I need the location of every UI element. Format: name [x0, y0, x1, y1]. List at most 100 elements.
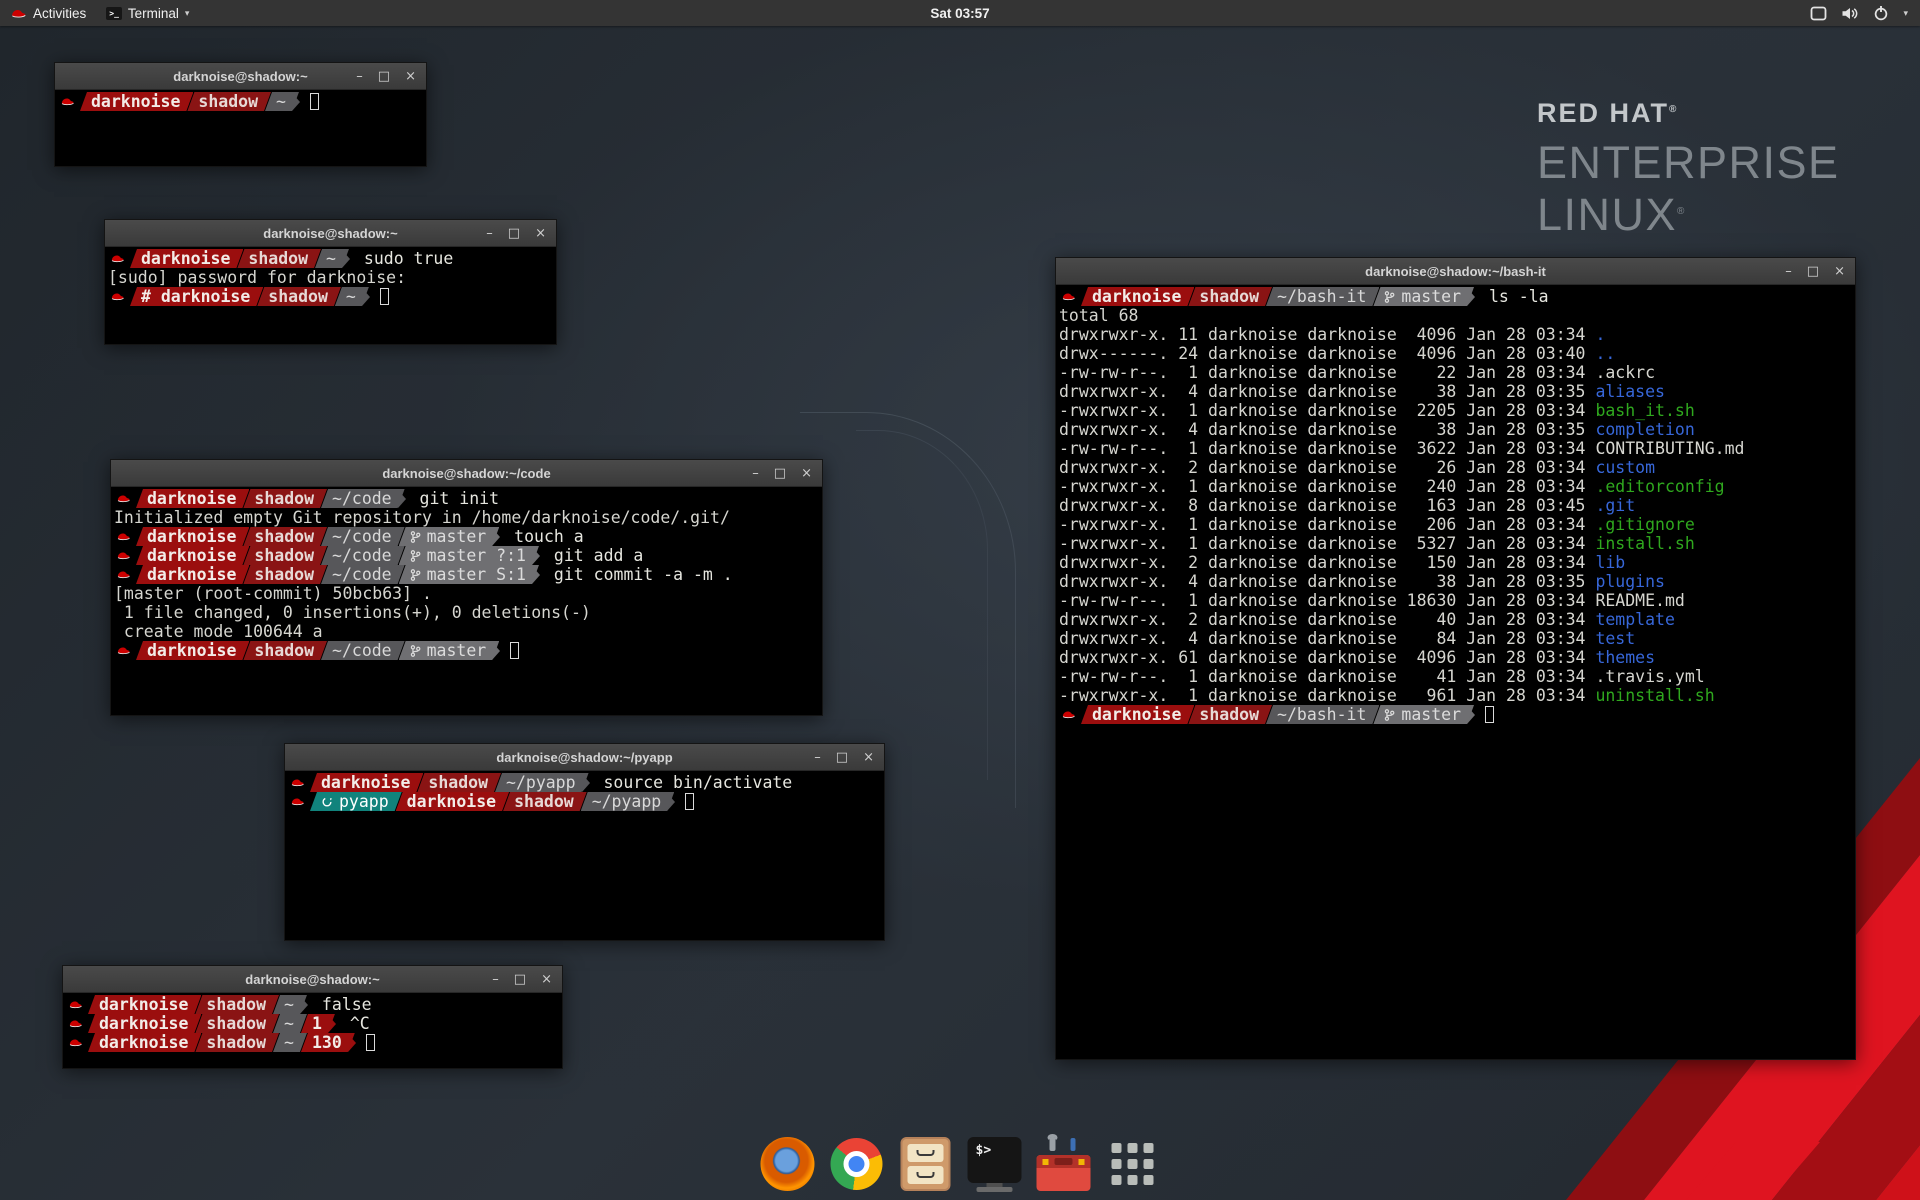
close-button[interactable]: × — [535, 227, 546, 240]
close-button[interactable]: × — [541, 973, 552, 986]
terminal-content[interactable]: darknoiseshadow~ — [55, 90, 426, 166]
terminal-output-line: -rwxrwxr-x. 1 darknoise darknoise 2205 J… — [1059, 401, 1852, 420]
maximize-button[interactable]: □ — [378, 70, 390, 83]
registered-mark: ® — [1677, 206, 1686, 217]
output-text: total 68 — [1059, 306, 1138, 325]
terminal-cursor — [685, 793, 694, 810]
terminal-content[interactable]: darknoiseshadow~/bash-itmaster ls -latot… — [1056, 285, 1855, 1059]
terminal-content[interactable]: darknoiseshadow~ falsedarknoiseshadow~1 … — [63, 993, 562, 1068]
minimize-button[interactable]: – — [486, 227, 493, 240]
file-name: bash_it.sh — [1595, 401, 1694, 420]
firefox-icon[interactable] — [760, 1136, 816, 1192]
window-title: darknoise@shadow:~ — [173, 69, 307, 84]
terminal-output-line: -rw-rw-r--. 1 darknoise darknoise 18630 … — [1059, 591, 1852, 610]
prompt-segment-path: ~/pyapp — [581, 792, 675, 811]
clock[interactable]: Sat 03:57 — [930, 6, 989, 21]
file-name: completion — [1595, 420, 1694, 439]
window-title: darknoise@shadow:~ — [245, 972, 379, 987]
power-icon[interactable] — [1873, 5, 1889, 21]
prompt-segment-host: shadow — [243, 489, 327, 508]
window-titlebar[interactable]: darknoise@shadow:~/code – □ × — [111, 460, 822, 487]
registered-mark: ® — [1669, 104, 1678, 115]
app-menu-terminal[interactable]: >_ Terminal ▾ — [96, 0, 199, 26]
terminal-prompt-line: darknoiseshadow~/codemaster — [114, 641, 819, 660]
rhel-branding: RED HAT® ENTERPRISE LINUX® — [1537, 98, 1840, 239]
terminal-output-line: drwxrwxr-x. 8 darknoise darknoise 163 Ja… — [1059, 496, 1852, 515]
chevron-down-icon[interactable]: ▾ — [1903, 8, 1908, 19]
activities-button[interactable]: Activities — [0, 0, 96, 26]
wallpaper-arc-line — [856, 430, 988, 780]
app-grid-icon[interactable] — [1105, 1136, 1161, 1192]
minimize-button[interactable]: – — [814, 751, 821, 764]
git-branch-icon — [410, 568, 421, 582]
redhat-prompt-icon — [290, 796, 305, 807]
volume-icon[interactable] — [1841, 6, 1859, 21]
window-titlebar[interactable]: darknoise@shadow:~/bash-it – □ × — [1056, 258, 1855, 285]
chrome-icon[interactable] — [829, 1136, 885, 1192]
prompt-segment-path: ~ — [273, 1033, 307, 1052]
terminal-prompt-line: darknoiseshadow~/codemaster touch a — [114, 527, 819, 546]
file-name: plugins — [1595, 572, 1665, 591]
redhat-prompt-icon — [1061, 709, 1076, 720]
prompt-segment-user: darknoise — [136, 546, 249, 565]
file-name: CONTRIBUTING.md — [1595, 439, 1744, 458]
file-name: .gitignore — [1595, 515, 1694, 534]
terminal-content[interactable]: darknoiseshadow~ sudo true[sudo] passwor… — [105, 247, 556, 344]
file-name: .git — [1595, 496, 1635, 515]
prompt-segment-path: ~/bash-it — [1266, 705, 1379, 724]
prompt-segment-git: master — [1373, 705, 1474, 724]
maximize-button[interactable]: □ — [514, 973, 526, 986]
terminal-icon-glyph: $> — [968, 1137, 1022, 1183]
prompt-segment-host: shadow — [243, 641, 327, 660]
terminal-content[interactable]: darknoiseshadow~/pyapp source bin/activa… — [285, 771, 884, 940]
window-titlebar[interactable]: darknoise@shadow:~/pyapp – □ × — [285, 744, 884, 771]
window-titlebar[interactable]: darknoise@shadow:~ – □ × — [63, 966, 562, 993]
maximize-button[interactable]: □ — [508, 227, 520, 240]
close-button[interactable]: × — [1834, 265, 1845, 278]
file-name: template — [1595, 610, 1674, 629]
file-name: install.sh — [1595, 534, 1694, 553]
output-text: Initialized empty Git repository in /hom… — [114, 508, 730, 527]
window-titlebar[interactable]: darknoise@shadow:~ – □ × — [105, 220, 556, 247]
terminal-mini-icon: >_ — [106, 7, 122, 20]
terminal-prompt-line: darknoiseshadow~/bash-itmaster ls -la — [1059, 287, 1852, 306]
files-icon[interactable] — [898, 1136, 954, 1192]
close-button[interactable]: × — [405, 70, 416, 83]
prompt-segment-git: master S:1 — [399, 565, 539, 584]
minimize-button[interactable]: – — [752, 467, 759, 480]
terminal-output-line: [sudo] password for darknoise: — [108, 268, 553, 287]
close-button[interactable]: × — [863, 751, 874, 764]
output-text: [master (root-commit) 50bcb63] . — [114, 584, 432, 603]
prompt-segment-user: darknoise — [130, 249, 243, 268]
output-text: 1 file changed, 0 insertions(+), 0 delet… — [114, 603, 591, 622]
minimize-button[interactable]: – — [356, 70, 363, 83]
minimize-button[interactable]: – — [1785, 265, 1792, 278]
window-titlebar[interactable]: darknoise@shadow:~ – □ × — [55, 63, 426, 90]
git-branch-icon — [410, 530, 421, 544]
maximize-button[interactable]: □ — [1807, 265, 1819, 278]
brand-enterprise: ENTERPRISE — [1537, 138, 1840, 187]
prompt-segment-host: shadow — [195, 1014, 279, 1033]
terminal-window-bash-it: darknoise@shadow:~/bash-it – □ × darknoi… — [1055, 257, 1856, 1060]
terminal-window-code: darknoise@shadow:~/code – □ × darknoises… — [110, 459, 823, 716]
maximize-button[interactable]: □ — [774, 467, 786, 480]
command-text: ^C — [336, 1014, 370, 1033]
close-button[interactable]: × — [801, 467, 812, 480]
redhat-prompt-icon — [110, 253, 125, 264]
prompt-segment-path: ~/code — [321, 565, 405, 584]
prompt-segment-git: master — [399, 527, 500, 546]
terminal-icon[interactable]: $> — [967, 1136, 1023, 1192]
toolbox-icon[interactable] — [1036, 1136, 1092, 1192]
minimize-button[interactable]: – — [492, 973, 499, 986]
redhat-prompt-icon — [1061, 291, 1076, 302]
terminal-content[interactable]: darknoiseshadow~/code git initInitialize… — [111, 487, 822, 715]
output-text: drwx------. 24 darknoise darknoise 4096 … — [1059, 344, 1595, 363]
prompt-segment-path: ~/code — [321, 641, 405, 660]
prompt-segment-git: master — [1373, 287, 1474, 306]
maximize-button[interactable]: □ — [836, 751, 848, 764]
output-text: -rwxrwxr-x. 1 darknoise darknoise 2205 J… — [1059, 401, 1595, 420]
file-name: themes — [1595, 648, 1655, 667]
terminal-cursor — [366, 1034, 375, 1051]
screen-icon[interactable] — [1810, 6, 1827, 21]
command-text: touch a — [500, 527, 583, 546]
